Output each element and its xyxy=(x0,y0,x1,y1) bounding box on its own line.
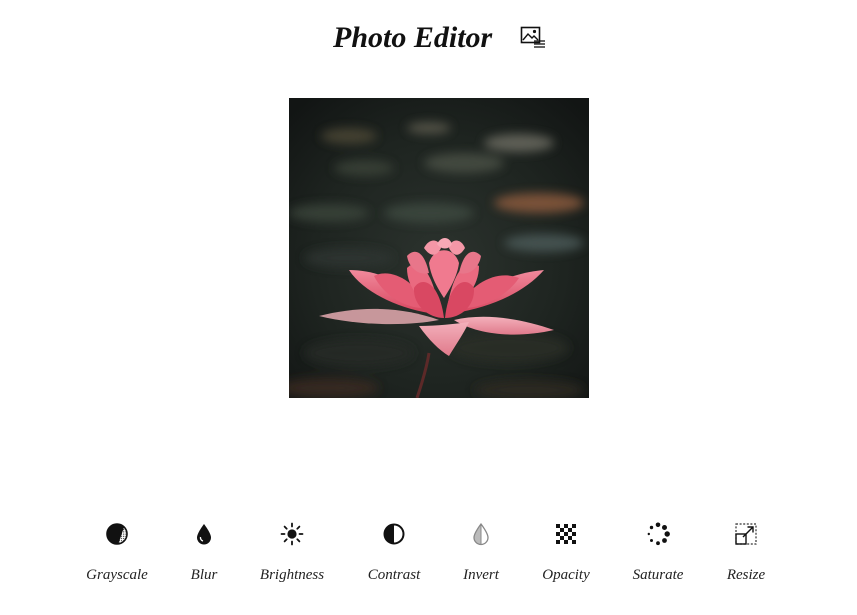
contrast-icon xyxy=(383,523,405,545)
invert-droplet-icon xyxy=(473,522,489,546)
checkerboard-icon xyxy=(556,524,576,544)
blur-button[interactable]: Blur xyxy=(159,518,249,592)
opacity-button[interactable]: Opacity xyxy=(521,518,611,592)
saturate-label: Saturate xyxy=(632,567,684,583)
dotted-circle-icon xyxy=(647,522,670,546)
saturate-button[interactable]: Saturate xyxy=(613,518,703,592)
page-title: Photo Editor xyxy=(333,21,493,54)
droplet-icon xyxy=(197,524,211,545)
resize-icon xyxy=(735,523,757,545)
grayscale-label: Grayscale xyxy=(86,567,148,583)
brightness-button[interactable]: Brightness xyxy=(247,518,337,592)
sun-icon xyxy=(280,522,304,546)
grayscale-icon xyxy=(106,523,128,546)
opacity-label: Opacity xyxy=(542,567,590,583)
invert-label: Invert xyxy=(463,567,499,583)
invert-button[interactable]: Invert xyxy=(436,518,526,592)
contrast-button[interactable]: Contrast xyxy=(349,518,439,592)
resize-label: Resize xyxy=(726,567,766,583)
header: Photo Editor xyxy=(0,18,857,58)
brightness-label: Brightness xyxy=(259,567,325,583)
grayscale-button[interactable]: Grayscale xyxy=(72,518,162,592)
blur-label: Blur xyxy=(190,567,218,583)
resize-button[interactable]: Resize xyxy=(701,518,791,592)
contrast-label: Contrast xyxy=(367,567,421,583)
image-edit-icon xyxy=(520,26,545,48)
filter-toolbar: Grayscale Blur Brightness Contrast Inver… xyxy=(0,518,857,598)
photo-canvas xyxy=(289,98,589,398)
